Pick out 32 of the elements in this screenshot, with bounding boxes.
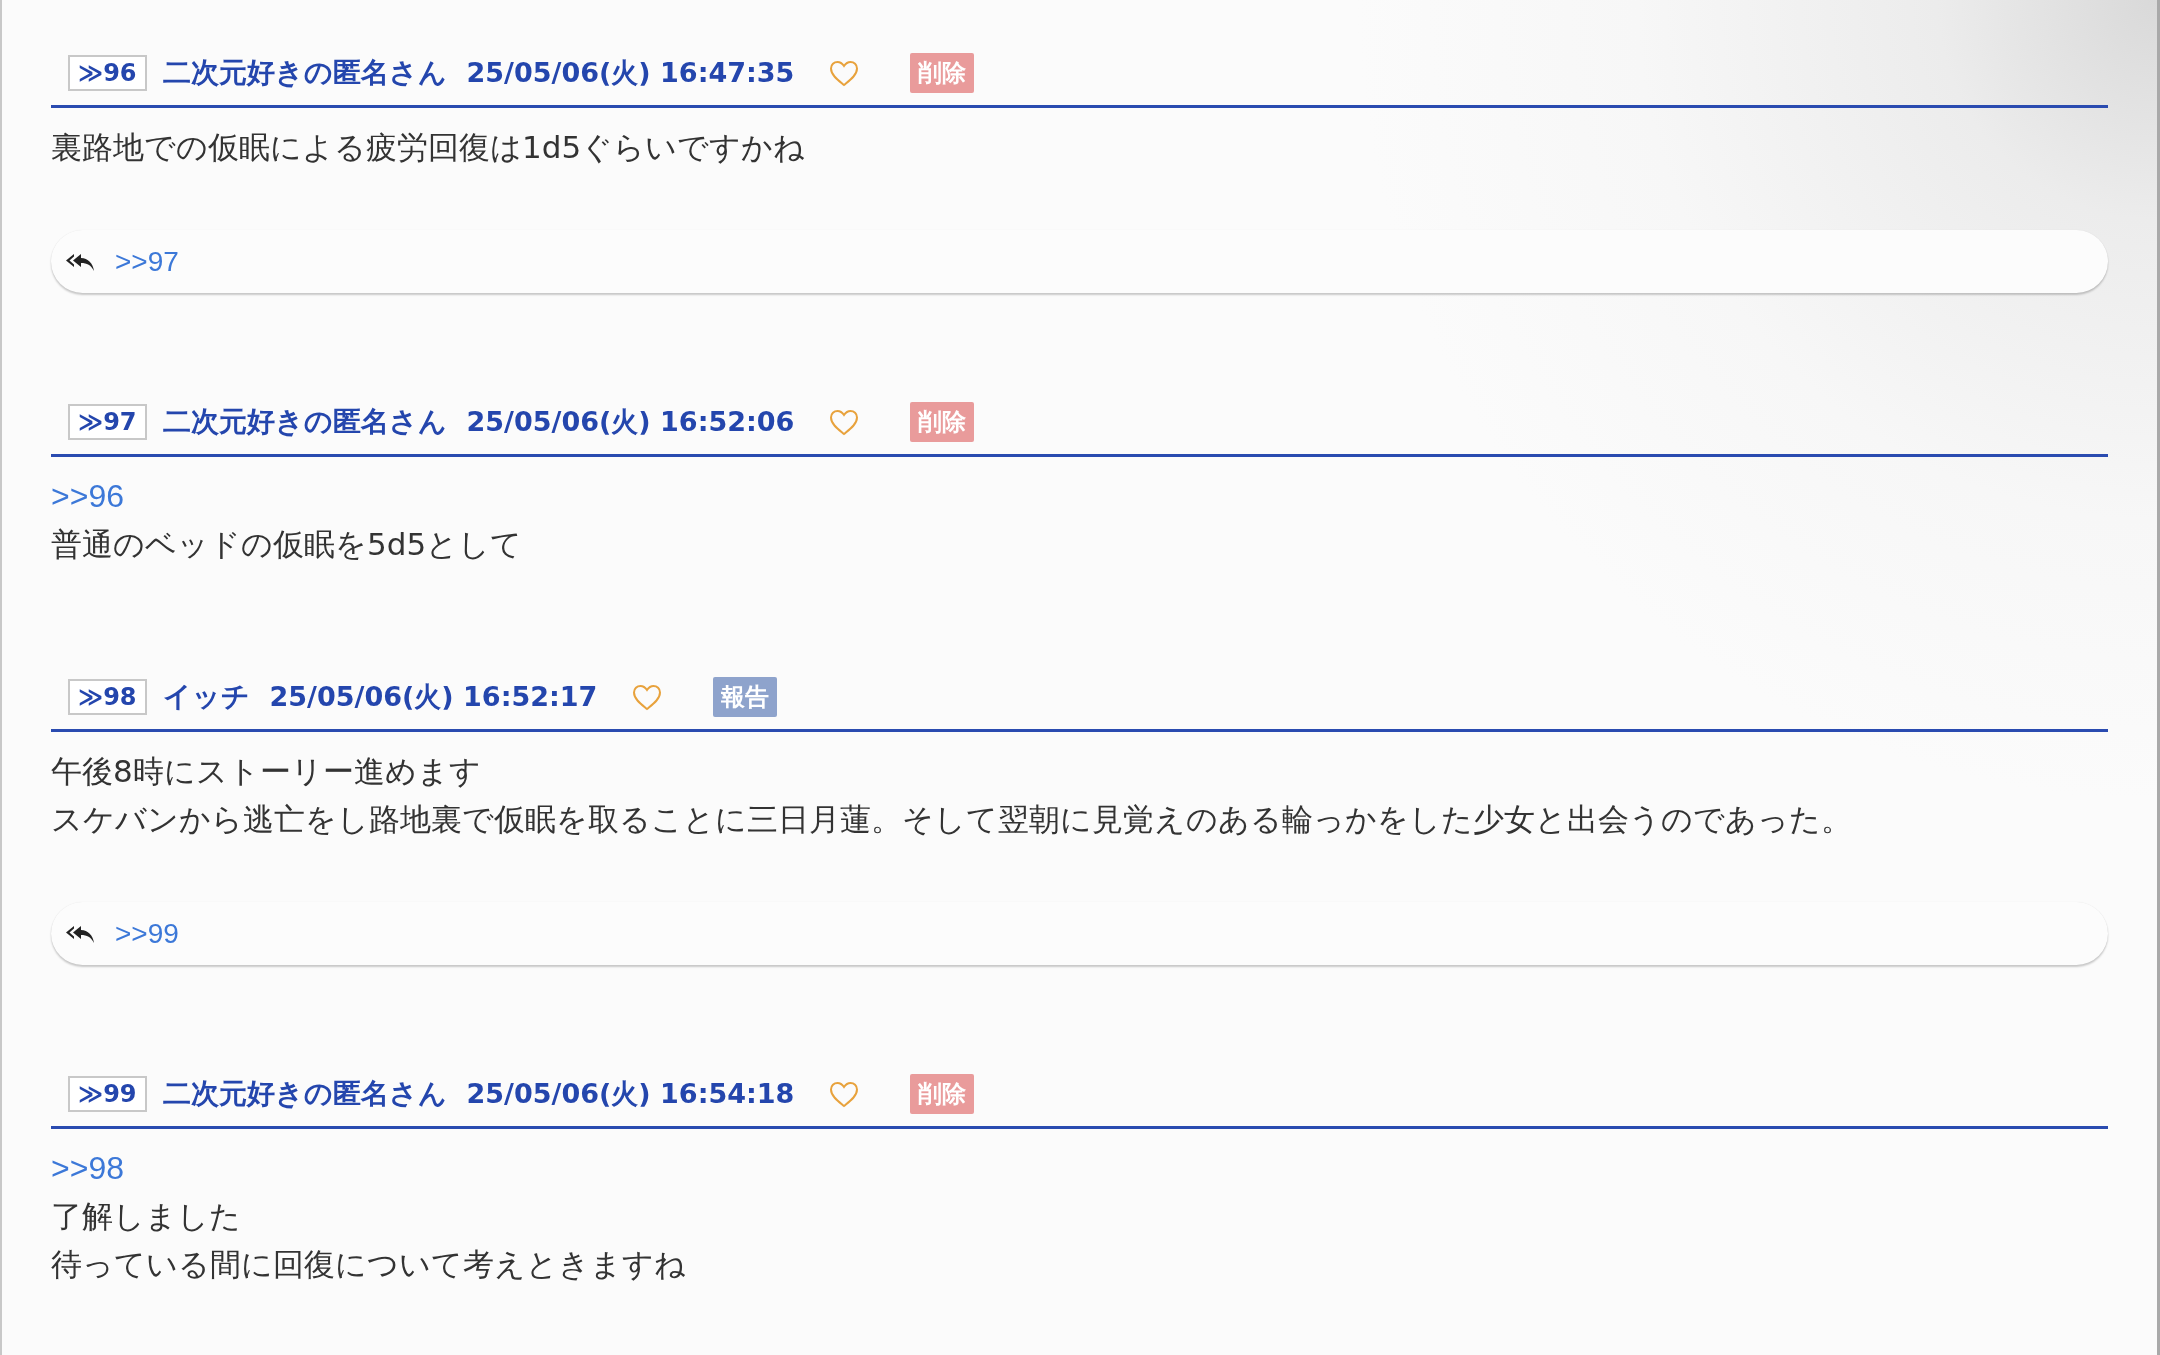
- delete-button[interactable]: 削除: [910, 1074, 975, 1114]
- reply-link[interactable]: >>99: [115, 917, 179, 950]
- post-text: 待っている間に回復について考えときますね: [51, 1245, 686, 1284]
- post-text: スケバンから逃亡をし路地裏で仮眠を取ることに三日月蓮。そして翌朝に見覚えのある輪っかをした少女と出会うのであった。: [51, 800, 1852, 839]
- post-text: 午後8時にストーリー進めます: [51, 752, 481, 791]
- poster-name: イッチ: [162, 679, 250, 715]
- reply-link[interactable]: >>98: [51, 1144, 124, 1192]
- post-text: 裏路地での仮眠による疲労回復は1d5ぐらいですかね: [51, 128, 806, 167]
- poster-name: 二次元好きの匿名さん: [162, 55, 447, 91]
- post-number-button[interactable]: ≫99: [68, 1076, 147, 1112]
- reply-link[interactable]: >>96: [51, 472, 124, 520]
- reply-all-icon: [65, 251, 95, 272]
- delete-button[interactable]: 削除: [910, 402, 975, 442]
- post-number-button[interactable]: ≫96: [68, 55, 147, 91]
- reply-link[interactable]: >>97: [115, 245, 179, 278]
- post-text: 了解しました: [51, 1197, 241, 1236]
- post-date: 25/05/06(火) 16:47:35: [466, 56, 795, 90]
- poster-name: 二次元好きの匿名さん: [162, 404, 447, 440]
- post-number-button[interactable]: ≫97: [68, 404, 147, 440]
- heart-icon[interactable]: [632, 683, 663, 711]
- heart-icon[interactable]: [829, 408, 860, 436]
- post-date: 25/05/06(火) 16:54:18: [466, 1077, 795, 1111]
- heart-icon[interactable]: [829, 59, 860, 87]
- post-number-button[interactable]: ≫98: [68, 679, 147, 715]
- post-text: 普通のベッドの仮眠を5d5として: [51, 525, 523, 564]
- post-date: 25/05/06(火) 16:52:06: [466, 405, 795, 439]
- heart-icon[interactable]: [829, 1080, 860, 1108]
- report-button[interactable]: 報告: [713, 677, 778, 717]
- delete-button[interactable]: 削除: [910, 53, 975, 93]
- post-date: 25/05/06(火) 16:52:17: [269, 680, 598, 714]
- reply-all-icon: [65, 923, 95, 944]
- poster-name: 二次元好きの匿名さん: [162, 1076, 447, 1112]
